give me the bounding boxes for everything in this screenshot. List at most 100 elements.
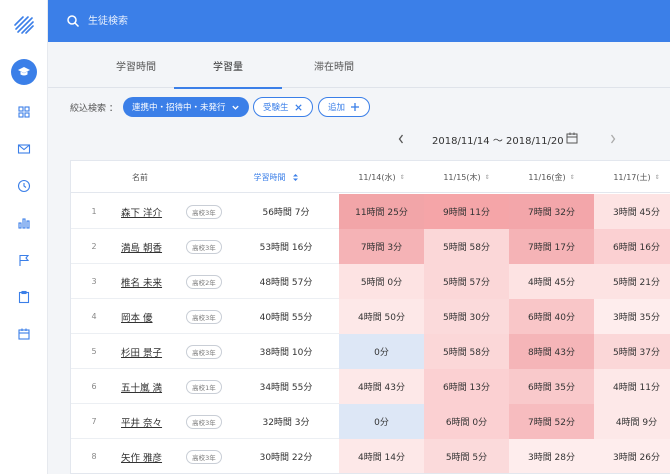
table-row: 5 杉田 景子 高校3年 38時間 10分 0分 5時間 58分 8時間 43分 5時間 37… (71, 334, 670, 369)
sort-icon: ⇕ (654, 173, 660, 181)
top-bar (48, 0, 670, 42)
grade-cell: 高校2年 (183, 264, 225, 299)
exam-filter-chip[interactable]: 受験生 (253, 97, 313, 117)
day-study-cell: 6時間 35分 (509, 369, 594, 404)
grade-badge: 高校3年 (186, 204, 222, 219)
day-study-cell: 6時間 40分 (509, 299, 594, 334)
row-number: 4 (91, 312, 97, 321)
header-day-2[interactable]: 11/15(木) ⇕ (424, 161, 509, 193)
header-day-1[interactable]: 11/14(水) ⇕ (339, 161, 424, 193)
day-study-cell: 6時間 13分 (424, 369, 509, 404)
graduation-cap-icon (18, 67, 30, 76)
student-name-link[interactable]: 五十嵐 満 (117, 369, 187, 404)
chevron-right-icon[interactable] (608, 131, 618, 147)
status-filter-label: 連携中・招待中・未発行 (132, 103, 226, 113)
grade-badge: 高校3年 (186, 239, 222, 254)
student-name-link[interactable]: 岡本 優 (117, 299, 187, 334)
table-row: 1 森下 洋介 高校3年 56時間 7分 11時間 25分 9時間 11分 7時間 32分 3… (71, 194, 670, 229)
header-name: 名前 (132, 172, 148, 182)
student-name-link[interactable]: 満島 朝香 (117, 229, 187, 264)
exam-filter-label: 受験生 (263, 103, 289, 113)
close-icon[interactable] (294, 103, 303, 112)
filter-label: 絞込検索 ： (70, 104, 118, 114)
grade-cell: 高校1年 (183, 369, 225, 404)
header-day-3[interactable]: 11/16(金) ⇕ (509, 161, 594, 193)
student-name-link[interactable]: 杉田 景子 (117, 334, 187, 369)
date-range-label: 2018/11/14 〜 2018/11/20 (432, 136, 564, 147)
row-number: 6 (91, 382, 97, 391)
study-amount-table: 名前 学習時間 11/14(水) ⇕ 11/15(木) ⇕ 11/16(金) ⇕ 11… (70, 160, 670, 474)
day-study-cell: 9時間 11分 (424, 194, 509, 229)
status-filter-dropdown[interactable]: 連携中・招待中・未発行 (123, 97, 249, 117)
calendar-icon[interactable] (17, 327, 31, 341)
mail-icon[interactable] (17, 142, 31, 156)
total-study-time: 53時間 16分 (259, 243, 313, 253)
student-name-link[interactable]: 矢作 雅彦 (117, 439, 187, 473)
day-study-cell: 5時間 21分 (594, 264, 670, 299)
student-name-link[interactable]: 平井 奈々 (117, 404, 187, 439)
day-study-cell: 5時間 5分 (424, 439, 509, 473)
total-study-time: 32時間 3分 (262, 418, 310, 428)
nav-students-button[interactable] (11, 59, 37, 85)
sidebar (0, 0, 48, 474)
total-study-time: 56時間 7分 (262, 208, 310, 218)
table-row: 7 平井 奈々 高校3年 32時間 3分 0分 6時間 0分 7時間 52分 4時間 9分 (71, 404, 670, 439)
day-study-cell: 7時間 52分 (509, 404, 594, 439)
clock-icon[interactable] (17, 179, 31, 193)
flag-icon[interactable] (17, 253, 31, 267)
day-study-cell: 4時間 50分 (339, 299, 424, 334)
day-study-cell: 5時間 58分 (424, 334, 509, 369)
sort-icon: ⇕ (399, 173, 405, 181)
row-number: 5 (91, 347, 97, 356)
day-study-cell: 5時間 30分 (424, 299, 509, 334)
plus-icon (351, 103, 360, 111)
header-study-time[interactable]: 学習時間 (231, 161, 321, 193)
tab-stay-time[interactable]: 滞在時間 (280, 42, 388, 88)
day-study-cell: 7時間 32分 (509, 194, 594, 229)
date-navigation: 2018/11/14 〜 2018/11/20 (396, 131, 621, 147)
add-filter-button[interactable]: 追加 (318, 97, 371, 117)
day-study-cell: 0分 (339, 334, 424, 369)
total-study-time: 48時間 57分 (259, 278, 313, 288)
student-name-link[interactable]: 森下 洋介 (117, 194, 187, 229)
day-study-cell: 5時間 58分 (424, 229, 509, 264)
calendar-icon[interactable] (566, 132, 578, 144)
day-study-cell: 3時間 35分 (594, 299, 670, 334)
total-study-time: 38時間 10分 (259, 348, 313, 358)
grade-cell: 高校3年 (183, 334, 225, 369)
row-number: 7 (91, 417, 97, 426)
header-day-4[interactable]: 11/17(土) ⇕ (594, 161, 670, 193)
day-study-cell: 11時間 25分 (339, 194, 424, 229)
logo-icon (14, 16, 34, 34)
tab-study-amount[interactable]: 学習量 (174, 42, 282, 89)
row-number: 2 (91, 242, 97, 251)
student-name-link[interactable]: 椎名 未来 (117, 264, 187, 299)
grade-badge: 高校1年 (186, 379, 222, 394)
table-row: 3 椎名 未来 高校2年 48時間 57分 5時間 0分 5時間 57分 4時間 45分 5時… (71, 264, 670, 299)
grade-cell: 高校3年 (183, 439, 225, 473)
total-study-time: 40時間 55分 (259, 313, 313, 323)
row-number: 1 (91, 207, 97, 216)
day-study-cell: 4時間 45分 (509, 264, 594, 299)
clipboard-icon[interactable] (17, 290, 31, 304)
dashboard-icon[interactable] (17, 105, 31, 119)
day-study-cell: 0分 (339, 404, 424, 439)
total-study-time: 30時間 22分 (259, 453, 313, 463)
grade-badge: 高校3年 (186, 344, 222, 359)
table-row: 8 矢作 雅彦 高校3年 30時間 22分 4時間 14分 5時間 5分 3時間 28分 3時… (71, 439, 670, 473)
tab-bar: 学習時間 学習量 滞在時間 (48, 42, 670, 89)
student-search-input[interactable] (88, 11, 388, 31)
table-header: 名前 学習時間 11/14(水) ⇕ 11/15(木) ⇕ 11/16(金) ⇕ 11… (71, 161, 670, 193)
day-study-cell: 6時間 16分 (594, 229, 670, 264)
bar-chart-icon[interactable] (17, 216, 31, 230)
day-study-cell: 5時間 37分 (594, 334, 670, 369)
table-row: 2 満島 朝香 高校3年 53時間 16分 7時間 3分 5時間 58分 7時間 17分 6時… (71, 229, 670, 264)
add-filter-label: 追加 (328, 103, 346, 113)
day-study-cell: 3時間 45分 (594, 194, 670, 229)
total-study-time: 34時間 55分 (259, 383, 313, 393)
search-icon (67, 15, 80, 28)
day-study-cell: 7時間 3分 (339, 229, 424, 264)
day-study-cell: 6時間 0分 (424, 404, 509, 439)
chevron-left-icon[interactable] (396, 131, 406, 147)
grade-badge: 高校3年 (186, 309, 222, 324)
